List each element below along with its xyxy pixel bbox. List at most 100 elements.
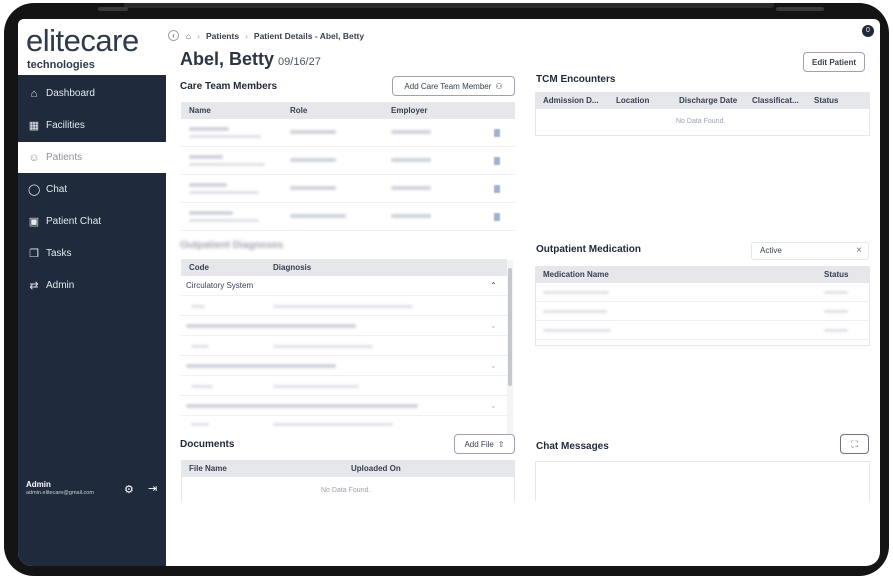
col-name: Name — [189, 106, 211, 115]
delete-icon[interactable] — [494, 185, 500, 193]
medication-title: Outpatient Medication — [536, 244, 641, 255]
sidebar-item-admin[interactable]: ⇄ Admin — [18, 270, 166, 301]
documents-table-header: File Name Uploaded On — [181, 460, 515, 477]
medication-status-filter[interactable]: Active × — [751, 242, 869, 260]
col-status: Status — [814, 96, 839, 105]
diagnoses-table-header: Code Diagnosis — [181, 259, 507, 276]
add-file-button[interactable]: Add File ⇧ — [454, 434, 515, 454]
sidebar-item-label: Patients — [46, 152, 83, 163]
col-role: Role — [290, 106, 308, 115]
sidebar-item-label: Facilities — [46, 120, 85, 131]
add-file-label: Add File — [464, 439, 494, 449]
add-care-team-member-button[interactable]: Add Care Team Member ⚇ — [392, 76, 515, 96]
home-icon: ⌂ — [30, 87, 38, 100]
tablet-frame: elitecare technologies ⌂ Dashboard ▦ Fac… — [4, 3, 889, 576]
page-title: Abel, Betty 09/16/27 — [180, 49, 321, 70]
tcm-table-header: Admission D... Location Discharge Date C… — [535, 92, 870, 109]
medication-table-header: Medication Name Status — [535, 266, 870, 283]
table-row — [181, 416, 507, 428]
chevron-up-icon[interactable]: ⌃ — [490, 281, 497, 290]
empty-state: No Data Found. — [321, 487, 371, 494]
chevron-down-icon[interactable]: ⌄ — [490, 321, 497, 330]
chat-icon: ◯ — [28, 183, 41, 196]
notification-badge[interactable]: 0 — [862, 25, 874, 37]
building-icon: ▦ — [28, 119, 40, 132]
tasks-icon: ❐ — [29, 247, 39, 260]
col-file-name: File Name — [189, 464, 227, 473]
app-screen: elitecare technologies ⌂ Dashboard ▦ Fac… — [18, 19, 880, 566]
upload-icon: ⇧ — [497, 439, 505, 449]
admin-icon: ⇄ — [29, 279, 39, 292]
patient-dob: 09/16/27 — [278, 56, 321, 68]
col-status: Status — [824, 270, 849, 279]
tablet-button-right — [776, 7, 824, 11]
breadcrumb-patients[interactable]: Patients — [206, 31, 239, 41]
sidebar-item-patients[interactable]: ☺ Patients — [18, 142, 166, 173]
care-team-table-header: Name Role Employer — [181, 102, 515, 119]
clear-icon[interactable]: × — [856, 243, 862, 259]
logout-icon[interactable]: ⇥ — [148, 482, 157, 495]
col-code: Code — [189, 263, 209, 272]
settings-gear-icon[interactable]: ⚙ — [124, 483, 134, 496]
user-name: Admin — [26, 480, 51, 489]
tablet-top-edge — [124, 3, 774, 8]
status-filter-value: Active — [760, 246, 782, 255]
add-user-icon: ⚇ — [495, 81, 503, 91]
diagnosis-group-row[interactable]: ⌄ — [181, 356, 507, 376]
delete-icon[interactable] — [494, 129, 500, 137]
sidebar: elitecare technologies ⌂ Dashboard ▦ Fac… — [18, 19, 166, 566]
add-care-team-label: Add Care Team Member — [404, 81, 492, 91]
logo-subtitle: technologies — [27, 59, 95, 71]
home-breadcrumb-icon[interactable]: ⌂ — [186, 31, 191, 41]
sidebar-item-patient-chat[interactable]: ▣ Patient Chat — [18, 206, 166, 237]
breadcrumb-separator: › — [245, 31, 248, 41]
sidebar-item-facilities[interactable]: ▦ Facilities — [18, 110, 166, 141]
table-row — [181, 296, 507, 316]
documents-table-body: No Data Found. — [181, 477, 515, 501]
sidebar-item-tasks[interactable]: ❐ Tasks — [18, 238, 166, 269]
expand-icon[interactable]: ⛶ — [840, 434, 869, 454]
sidebar-item-label: Chat — [46, 184, 68, 195]
tcm-table-body: No Data Found. — [535, 109, 870, 136]
col-diagnosis: Diagnosis — [273, 263, 312, 272]
table-row — [181, 147, 515, 175]
table-row — [181, 203, 515, 231]
sidebar-item-label: Admin — [46, 280, 75, 291]
logo: elitecare technologies — [18, 19, 166, 75]
diagnosis-group-row[interactable]: ⌄ — [181, 396, 507, 416]
tcm-title: TCM Encounters — [536, 74, 616, 85]
col-admission-date: Admission D... — [543, 96, 599, 105]
diagnosis-group-label: Circulatory System — [186, 281, 254, 290]
diagnoses-scrollbar[interactable] — [507, 260, 513, 434]
sidebar-item-label: Patient Chat — [46, 216, 102, 227]
logo-wordmark: elitecare — [26, 23, 139, 58]
sidebar-item-chat[interactable]: ◯ Chat — [18, 174, 166, 205]
col-employer: Employer — [391, 106, 428, 115]
documents-title: Documents — [180, 439, 235, 450]
chat-title: Chat Messages — [536, 441, 609, 452]
chat-messages-panel — [535, 461, 870, 501]
col-classification: Classificat... — [752, 96, 799, 105]
diagnosis-group-row[interactable]: Circulatory System ⌃ — [181, 276, 507, 296]
table-row — [181, 175, 515, 203]
empty-state: No Data Found. — [676, 118, 726, 125]
col-medication-name: Medication Name — [543, 270, 609, 279]
chevron-down-icon[interactable]: ⌄ — [490, 361, 497, 370]
edit-patient-button[interactable]: Edit Patient — [803, 52, 865, 72]
scroll-thumb[interactable] — [508, 268, 512, 386]
users-icon: ☺ — [28, 151, 40, 164]
chevron-down-icon[interactable]: ⌄ — [490, 401, 497, 410]
delete-icon[interactable] — [494, 213, 500, 221]
diagnosis-group-row[interactable]: ⌄ — [181, 316, 507, 336]
breadcrumb-current: Patient Details - Abel, Betty — [253, 31, 365, 41]
table-row — [181, 376, 507, 396]
patient-name: Abel, Betty — [180, 49, 275, 69]
sidebar-item-dashboard[interactable]: ⌂ Dashboard — [18, 78, 166, 109]
tablet-button-left — [98, 7, 128, 11]
delete-icon[interactable] — [494, 157, 500, 165]
care-team-title: Care Team Members — [180, 81, 278, 92]
table-row — [181, 336, 507, 356]
breadcrumb-separator: › — [197, 31, 200, 41]
back-chevron-icon[interactable]: ‹ — [168, 30, 179, 41]
patient-chat-icon: ▣ — [28, 215, 40, 228]
